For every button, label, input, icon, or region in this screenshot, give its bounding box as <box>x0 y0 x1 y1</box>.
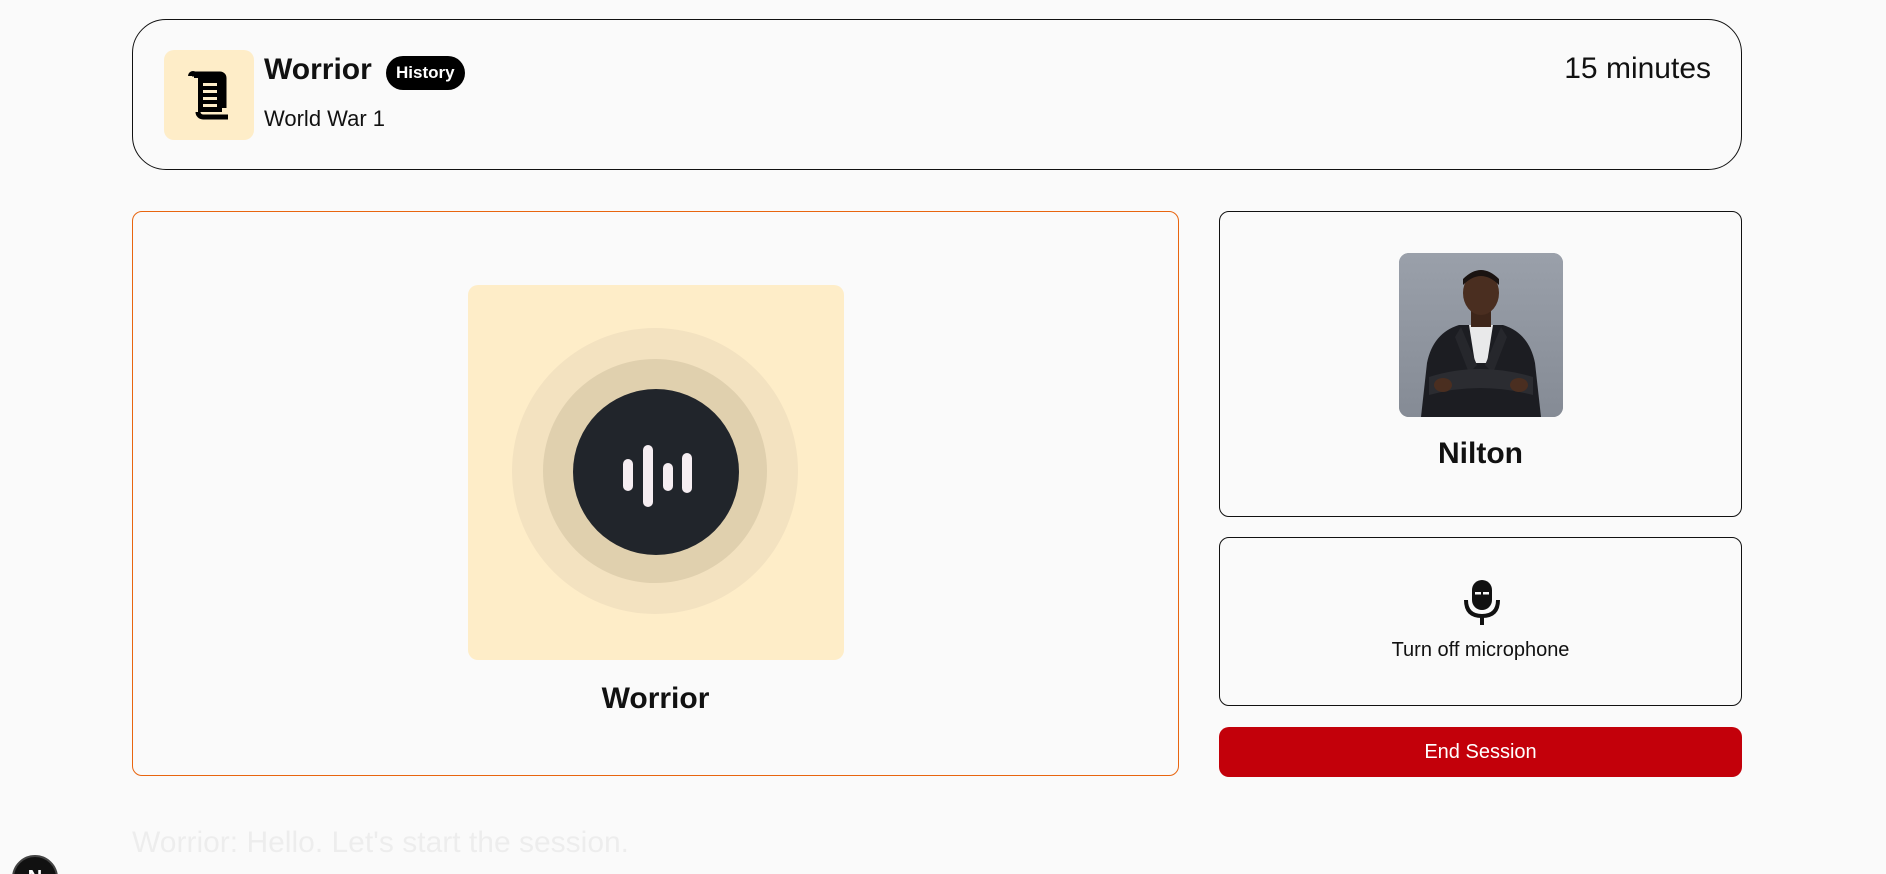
voice-circle <box>573 389 739 555</box>
session-page: Worrior History World War 1 15 minutes W… <box>0 0 1886 874</box>
user-card: Nilton <box>1219 211 1742 517</box>
user-photo-image <box>1399 253 1563 417</box>
user-name: Nilton <box>1438 437 1523 470</box>
subject-badge: History <box>386 56 465 90</box>
dev-tools-badge[interactable]: N <box>12 855 58 874</box>
companion-avatar <box>468 285 844 660</box>
topic-subtitle: World War 1 <box>264 106 386 131</box>
microphone-toggle-label: Turn off microphone <box>1391 639 1570 661</box>
user-avatar <box>1399 253 1563 417</box>
session-header-card: Worrior History World War 1 15 minutes <box>132 19 1742 170</box>
microphone-icon <box>1463 580 1501 626</box>
transcript-message: Worrior: Hello. Let's start the session. <box>132 826 630 859</box>
companion-name: Worrior <box>601 682 710 715</box>
session-duration: 15 minutes <box>1564 52 1711 85</box>
scroll-icon <box>188 71 228 120</box>
microphone-toggle-button[interactable]: Turn off microphone <box>1219 537 1742 706</box>
soundwave-icon <box>623 445 692 507</box>
companion-card: Worrior <box>132 211 1179 776</box>
subject-icon-box <box>164 50 254 140</box>
end-session-button[interactable]: End Session <box>1219 727 1742 777</box>
companion-title: Worrior <box>264 53 372 86</box>
